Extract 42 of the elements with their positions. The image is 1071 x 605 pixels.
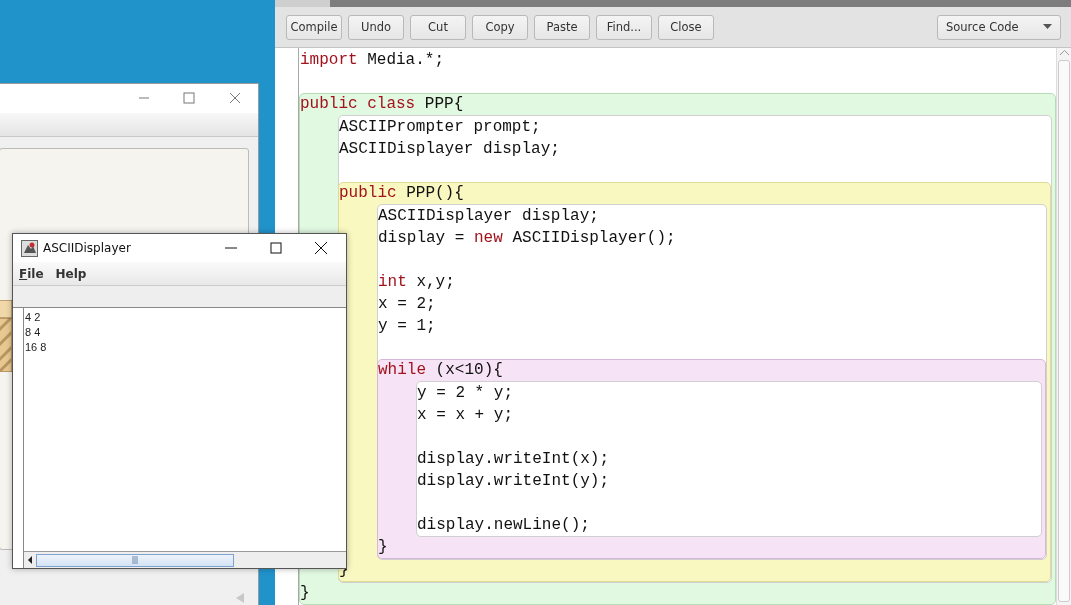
code-line: } (378, 537, 389, 558)
code-line: y = 2 * y; (417, 383, 514, 404)
scrollbar[interactable] (23, 551, 346, 568)
code-line: x = 2; (378, 294, 437, 315)
toolbar-button[interactable]: Undo (348, 14, 404, 40)
toolbar-button[interactable]: Compile (286, 14, 342, 40)
code-line: int x,y; (378, 272, 456, 293)
output-line: 8 4 (25, 325, 42, 340)
toolbar-button[interactable]: Close (658, 14, 714, 40)
maximize-icon[interactable] (182, 91, 196, 105)
toolbar-button[interactable]: Copy (472, 14, 528, 40)
hatched-shape-drawing (0, 300, 12, 372)
code-line: public class PPP{ (300, 94, 465, 115)
grip-icon (132, 556, 138, 564)
menu-item[interactable]: File (19, 266, 44, 281)
menu-item[interactable]: Help (55, 266, 87, 281)
code-line: display.writeInt(x); (417, 449, 611, 470)
window-title: ASCIIDisplayer (43, 241, 131, 255)
code-line: while (x<10){ (378, 360, 504, 381)
close-icon[interactable] (314, 241, 328, 255)
scroll-thumb[interactable] (36, 553, 234, 567)
maximize-icon[interactable] (269, 241, 283, 255)
code-line: x = x + y; (417, 405, 514, 426)
view-dropdown[interactable]: Source Code (937, 14, 1061, 40)
toolbar-button[interactable]: Cut (410, 14, 466, 40)
scroll-up-icon[interactable] (1059, 50, 1069, 56)
output-line: 4 2 (25, 310, 42, 325)
toolbar-button[interactable]: Find... (596, 14, 652, 40)
code-line: y = 1; (378, 316, 437, 337)
caret-icon (1043, 24, 1052, 30)
code-line: ASCIIDisplayer display; (378, 206, 600, 227)
code-line: } (300, 583, 311, 604)
code-line: ASCIIPrompter prompt; (339, 117, 542, 138)
code-line: import Media.*; (300, 50, 446, 71)
code-line: display.writeInt(y); (417, 471, 611, 492)
toolbar-button[interactable]: Paste (534, 14, 590, 40)
code-line: ASCIIDisplayer display; (339, 139, 561, 160)
app-icon (21, 239, 38, 257)
code-line: public PPP(){ (339, 183, 465, 204)
code-line: display = new ASCIIDisplayer(); (378, 228, 677, 249)
code-line: display.newLine(); (417, 515, 591, 536)
output-line: 16 8 (25, 340, 48, 355)
